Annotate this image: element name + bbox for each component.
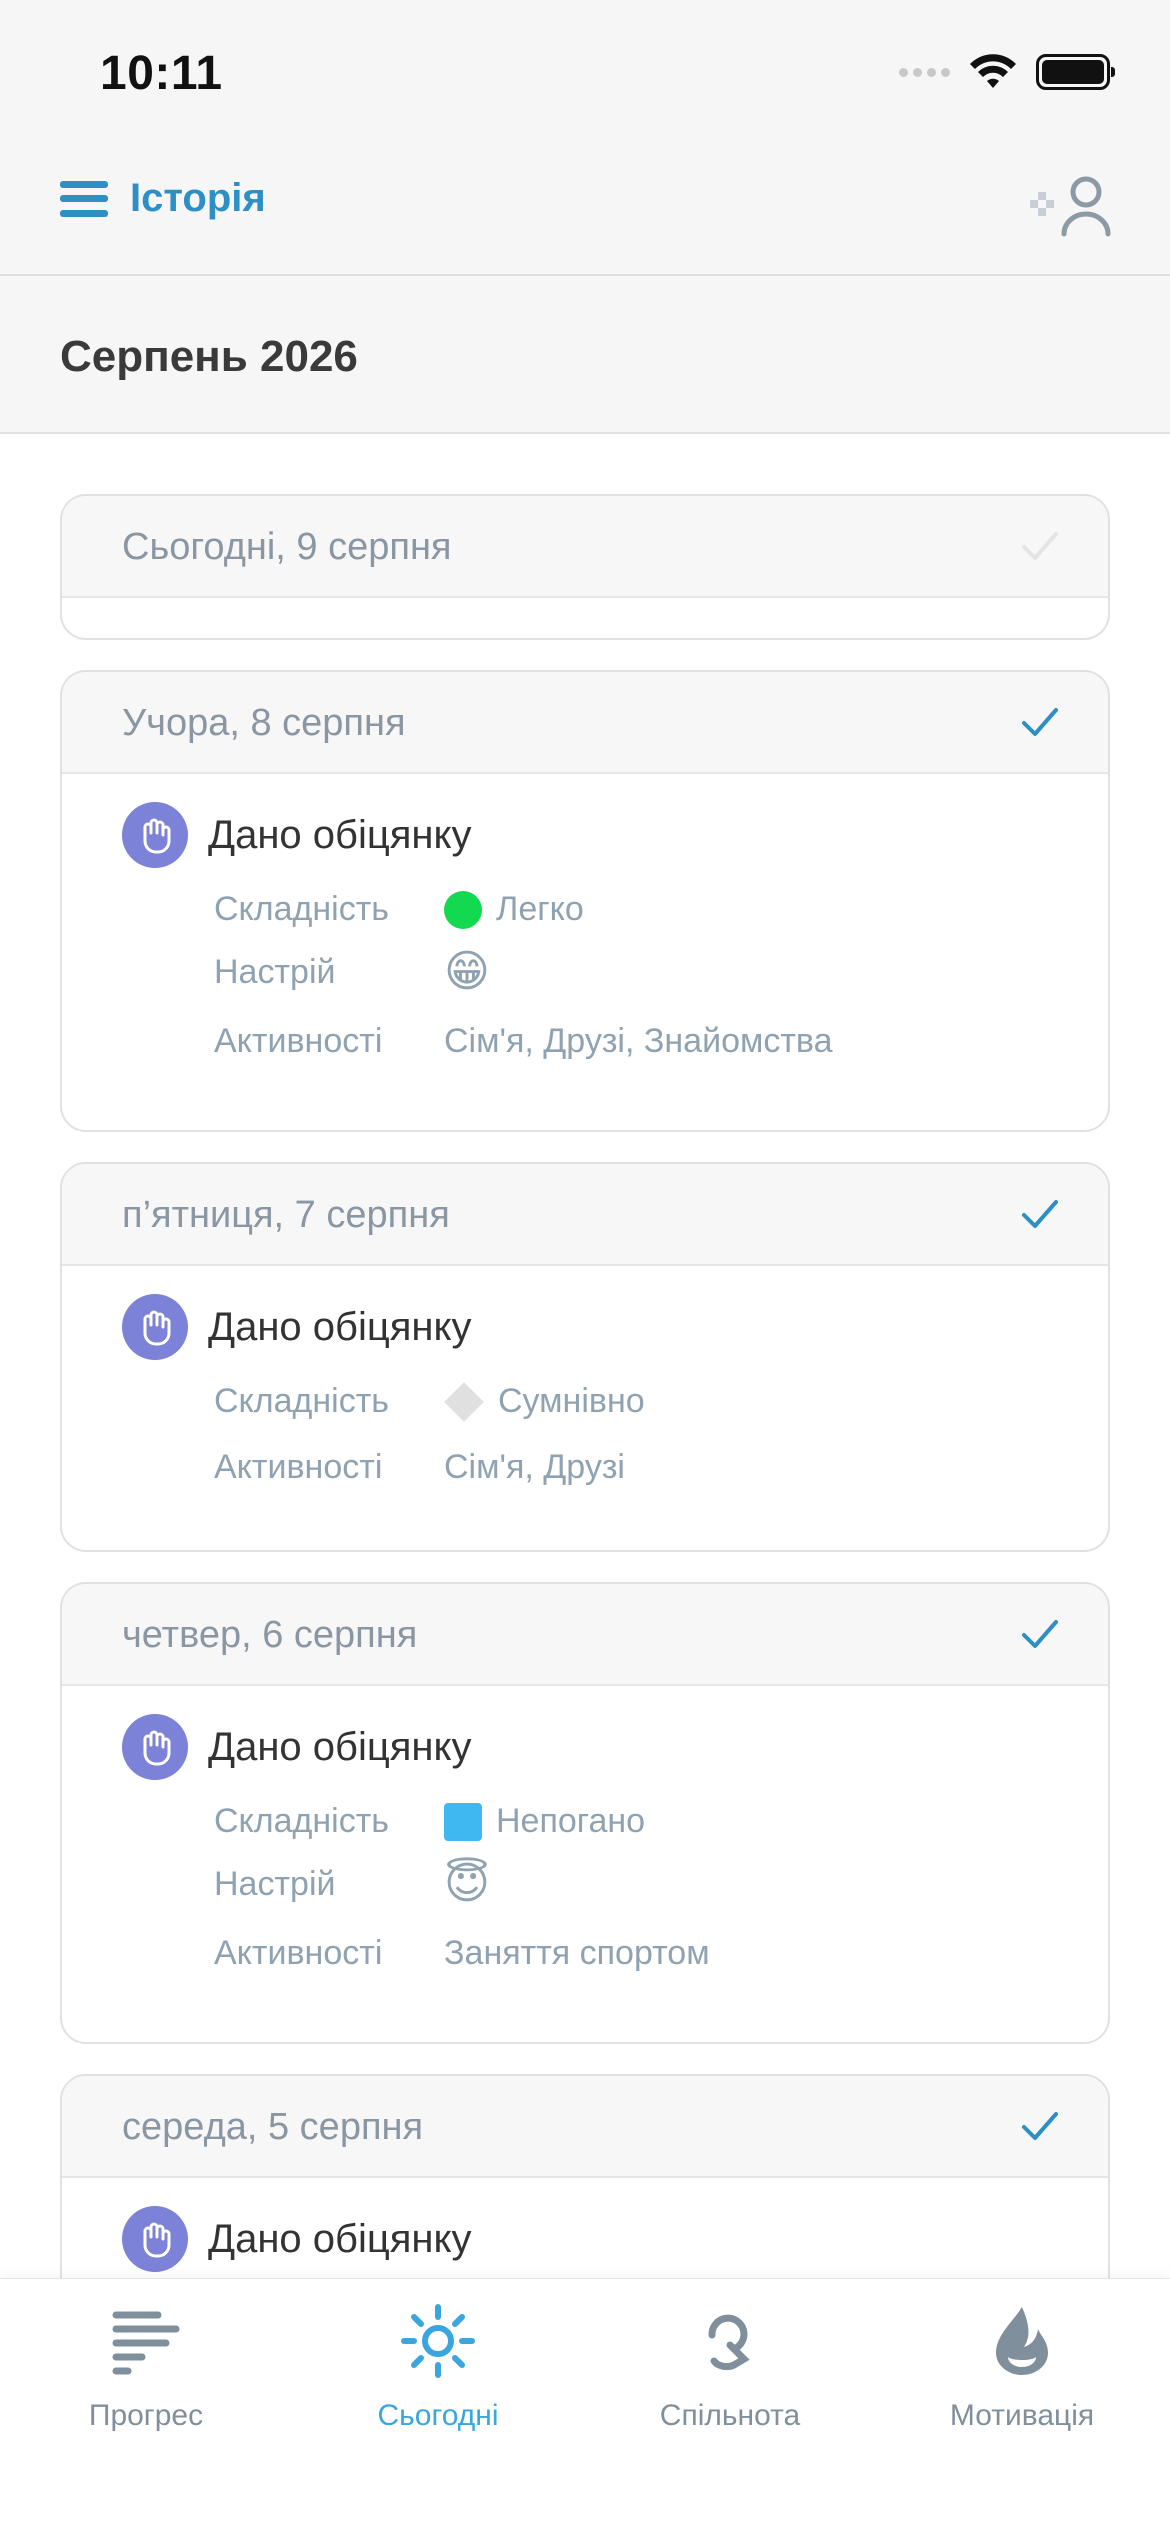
difficulty-easy-icon bbox=[444, 890, 482, 929]
tab-progress[interactable]: Прогрес bbox=[0, 2301, 292, 2471]
promise-label: Дано обіцянку bbox=[208, 2216, 472, 2261]
mood-row: Настрій 😁 bbox=[214, 950, 490, 994]
promise-entry: Дано обіцянку bbox=[122, 1294, 471, 1360]
activities-value: Заняття спортом bbox=[444, 1934, 710, 1972]
day-card-header: середа, 5 серпня bbox=[62, 2076, 1108, 2178]
day-date: Сьогодні, 9 серпня bbox=[122, 526, 452, 568]
tab-label: Сьогодні bbox=[377, 2399, 499, 2432]
history-screen: 10:11 Історія Серпень 2026 Сьогодні, 9 с… bbox=[0, 0, 1170, 2532]
top-bar: 10:11 Історія bbox=[0, 0, 1170, 274]
difficulty-value: Легко bbox=[496, 890, 584, 928]
day-card-header: Сьогодні, 9 серпня bbox=[62, 496, 1108, 598]
difficulty-doubtful-icon bbox=[444, 1381, 484, 1422]
day-card[interactable]: п’ятниця, 7 серпня Дано обіцянку Складні… bbox=[60, 1162, 1110, 1552]
hamburger-icon bbox=[60, 180, 108, 217]
month-header: Серпень 2026 bbox=[0, 274, 1170, 434]
status-icons bbox=[899, 52, 1115, 92]
promise-label: Дано обіцянку bbox=[208, 812, 472, 857]
day-card-header: четвер, 6 серпня bbox=[62, 1584, 1108, 1686]
progress-icon bbox=[112, 2311, 180, 2375]
tab-community[interactable]: Спільнота bbox=[584, 2301, 876, 2471]
mood-label: Настрій bbox=[214, 952, 336, 991]
check-icon bbox=[1022, 2112, 1058, 2140]
activities-row: Активності Заняття спортом bbox=[214, 1934, 710, 1973]
menu-button[interactable]: Історія bbox=[60, 176, 266, 221]
mood-label: Настрій bbox=[214, 1864, 336, 1903]
activities-row: Активності Сім'я, Друзі bbox=[214, 1448, 625, 1487]
add-friend-icon[interactable] bbox=[1028, 172, 1114, 238]
difficulty-row: Складність Легко bbox=[214, 890, 584, 929]
activities-label: Активності bbox=[214, 1022, 383, 1060]
activities-row: Активності Сім'я, Друзі, Знайомства bbox=[214, 1022, 833, 1061]
activities-value: Сім'я, Друзі bbox=[444, 1448, 625, 1486]
day-card[interactable]: четвер, 6 серпня Дано обіцянку Складніст… bbox=[60, 1582, 1110, 2044]
motivation-icon bbox=[996, 2307, 1048, 2375]
day-card-today[interactable]: Сьогодні, 9 серпня bbox=[60, 494, 1110, 640]
difficulty-label: Складність bbox=[214, 1802, 390, 1840]
day-date: середа, 5 серпня bbox=[122, 2106, 424, 2148]
difficulty-value: Сумнівно bbox=[498, 1382, 645, 1420]
check-icon bbox=[1022, 1620, 1058, 1648]
difficulty-label: Складність bbox=[214, 890, 390, 928]
difficulty-value: Непогано bbox=[496, 1802, 646, 1840]
mood-grinning-icon: 😁 bbox=[444, 946, 490, 997]
difficulty-row: Складність Непогано bbox=[214, 1802, 645, 1841]
day-card-header: Учора, 8 серпня bbox=[62, 672, 1108, 774]
promise-label: Дано обіцянку bbox=[208, 1304, 472, 1349]
check-icon bbox=[1022, 532, 1058, 560]
raised-hand-icon bbox=[122, 1294, 188, 1360]
sun-icon bbox=[401, 2304, 475, 2378]
battery-icon bbox=[1036, 54, 1115, 90]
promise-entry: Дано обіцянку bbox=[122, 802, 471, 868]
promise-label: Дано обіцянку bbox=[208, 1724, 472, 1769]
promise-entry: Дано обіцянку bbox=[122, 2206, 471, 2272]
day-date: п’ятниця, 7 серпня bbox=[122, 1194, 450, 1236]
nav-title: Історія bbox=[130, 176, 266, 220]
difficulty-ok-icon bbox=[444, 1802, 482, 1841]
activities-label: Активності bbox=[214, 1934, 383, 1972]
promise-entry: Дано обіцянку bbox=[122, 1714, 471, 1780]
check-icon bbox=[1022, 1200, 1058, 1228]
tab-motivation[interactable]: Мотивація bbox=[876, 2301, 1168, 2471]
activities-label: Активності bbox=[214, 1448, 383, 1486]
mood-angel-icon: 😇 bbox=[444, 1858, 490, 1909]
tab-label: Прогрес bbox=[88, 2399, 204, 2432]
day-date: Учора, 8 серпня bbox=[122, 702, 406, 744]
check-icon bbox=[1022, 708, 1058, 736]
raised-hand-icon bbox=[122, 2206, 188, 2272]
status-time: 10:11 bbox=[100, 47, 223, 100]
month-title: Серпень 2026 bbox=[60, 332, 358, 381]
difficulty-row: Складність Сумнівно bbox=[214, 1381, 645, 1422]
difficulty-label: Складність bbox=[214, 1382, 390, 1420]
cellular-signal-icon bbox=[899, 67, 950, 77]
mood-row: Настрій 😇 bbox=[214, 1862, 490, 1906]
tab-label: Спільнота bbox=[659, 2399, 801, 2432]
tab-label: Мотивація bbox=[949, 2399, 1095, 2432]
day-card[interactable]: Учора, 8 серпня Дано обіцянку Складність… bbox=[60, 670, 1110, 1132]
day-card-header: п’ятниця, 7 серпня bbox=[62, 1164, 1108, 1266]
wifi-icon bbox=[970, 54, 1016, 88]
day-date: четвер, 6 серпня bbox=[122, 1614, 418, 1656]
tab-today[interactable]: Сьогодні bbox=[292, 2301, 584, 2471]
raised-hand-icon bbox=[122, 802, 188, 868]
activities-value: Сім'я, Друзі, Знайомства bbox=[444, 1022, 833, 1060]
tab-bar: Прогрес Сьогодні Спільнота Мотивація bbox=[0, 2278, 1170, 2532]
raised-hand-icon bbox=[122, 1714, 188, 1780]
community-icon bbox=[708, 2314, 750, 2371]
